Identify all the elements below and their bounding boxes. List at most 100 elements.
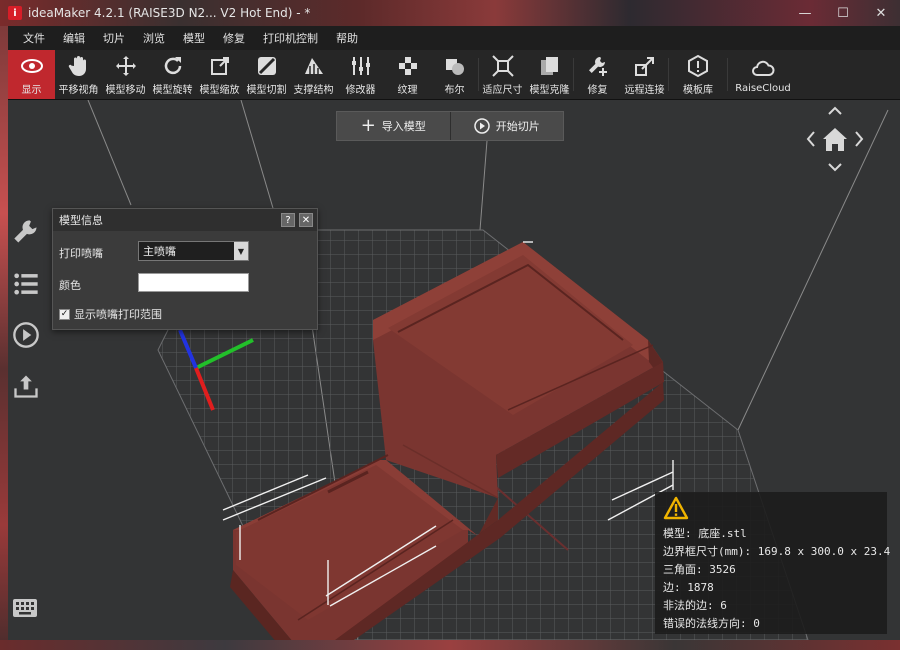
import-model-button[interactable]: + 导入模型: [337, 112, 450, 140]
upload-icon[interactable]: [12, 372, 40, 400]
list-icon[interactable]: [12, 270, 40, 298]
show-range-label: 显示喷嘴打印范围: [74, 308, 162, 321]
tool-label: 纹理: [397, 84, 418, 96]
color-picker[interactable]: [138, 273, 249, 292]
stat-bad-edges: 非法的边: 6: [663, 599, 727, 612]
start-slicing-button[interactable]: 开始切片: [449, 112, 564, 140]
color-label: 颜色: [59, 279, 81, 292]
menu-repair[interactable]: 修复: [214, 30, 254, 46]
tool-label: 模型克隆: [529, 84, 570, 96]
viewport-action-bar: + 导入模型 开始切片: [336, 111, 564, 141]
tool-scale-button[interactable]: 模型缩放: [196, 50, 243, 99]
tool-move-button[interactable]: 模型移动: [102, 50, 149, 99]
tool-repair-button[interactable]: 修复: [574, 50, 621, 99]
tool-modifier-button[interactable]: 修改器: [337, 50, 384, 99]
tool-display-button[interactable]: 显示: [8, 50, 55, 99]
menu-view[interactable]: 浏览: [134, 30, 174, 46]
nozzle-select[interactable]: 主喷嘴 ▼: [138, 241, 249, 261]
nav-down-icon[interactable]: [828, 163, 842, 172]
tool-rotate-button[interactable]: 模型旋转: [149, 50, 196, 99]
clone-icon: [540, 56, 558, 75]
main-toolbar: 显示 平移视角 模型移动 模型旋转 模型缩放 模型切割 支撑结构 修改器 纹理 …: [8, 50, 900, 100]
tool-label: 模型移动: [105, 84, 146, 96]
tool-label: 适应尺寸: [482, 84, 523, 96]
import-model-label: 导入模型: [381, 120, 426, 133]
menu-help[interactable]: 帮助: [327, 30, 367, 46]
chevron-down-icon: ▼: [234, 242, 248, 260]
model-stats-box: 模型: 底座.stl 边界框尺寸(mm): 169.8 x 300.0 x 23…: [655, 492, 891, 634]
repair-icon: [588, 56, 607, 76]
menu-slice[interactable]: 切片: [94, 30, 134, 46]
app-logo-icon: i: [8, 6, 22, 20]
tool-label: 修复: [587, 84, 608, 96]
menu-model[interactable]: 模型: [174, 30, 214, 46]
tool-label: 布尔: [444, 84, 465, 96]
tool-support-button[interactable]: 支撑结构: [290, 50, 337, 99]
minimize-button[interactable]: —: [786, 1, 824, 25]
show-range-checkbox[interactable]: ✓: [59, 308, 70, 320]
panel-title: 模型信息: [59, 214, 103, 227]
tool-label: 模型缩放: [199, 84, 240, 96]
tool-label: 显示: [21, 84, 42, 96]
modifier-icon: [351, 56, 370, 75]
panel-header: 模型信息 ? ✕: [53, 209, 317, 231]
show-range-row: ✓ 显示喷嘴打印范围: [59, 306, 162, 322]
warning-icon: [663, 496, 689, 520]
desktop-background-bottom: [0, 640, 900, 650]
tool-pan-button[interactable]: 平移视角: [55, 50, 102, 99]
template-icon: [688, 54, 708, 77]
tool-label: 模型旋转: [152, 84, 193, 96]
close-button[interactable]: ✕: [862, 1, 900, 25]
menu-edit[interactable]: 编辑: [54, 30, 94, 46]
keyboard-icon[interactable]: [12, 598, 38, 618]
tool-label: 模型切割: [246, 84, 287, 96]
stat-bounding-box: 边界框尺寸(mm): 169.8 x 300.0 x 23.4: [663, 545, 891, 558]
title-bar: i ideaMaker 4.2.1 (RAISE3D N2... V2 Hot …: [8, 0, 900, 26]
view-navigation: [806, 106, 864, 172]
stat-bad-normals: 错误的法线方向: 0: [663, 617, 760, 630]
maximize-button[interactable]: ☐: [824, 1, 862, 25]
cloud-icon: [752, 60, 775, 76]
tool-label: 平移视角: [58, 84, 99, 96]
nav-right-icon[interactable]: [855, 131, 864, 147]
cut-icon: [257, 56, 276, 75]
menu-file[interactable]: 文件: [14, 30, 54, 46]
rotate-icon: [164, 56, 181, 74]
menu-printer-control[interactable]: 打印机控制: [254, 30, 327, 46]
help-button[interactable]: ?: [281, 213, 295, 227]
stat-edges: 边: 1878: [663, 581, 714, 594]
play-circle-icon[interactable]: [12, 321, 40, 349]
tool-template-button[interactable]: 模板库: [669, 50, 727, 99]
nav-left-icon[interactable]: [806, 131, 815, 147]
tool-clone-button[interactable]: 模型克隆: [526, 50, 573, 99]
remote-icon: [634, 56, 654, 76]
tool-raisecloud-button[interactable]: RaiseCloud: [728, 50, 798, 99]
support-icon: [304, 57, 323, 74]
fit-icon: [491, 54, 514, 77]
texture-icon: [398, 56, 417, 75]
stat-model-name: 模型: 底座.stl: [663, 527, 747, 540]
play-circle-icon: [474, 118, 490, 134]
tool-fit-button[interactable]: 适应尺寸: [479, 50, 526, 99]
desktop-background-left: [0, 26, 8, 650]
nav-up-icon[interactable]: [828, 106, 842, 115]
boolean-icon: [445, 58, 464, 75]
home-icon[interactable]: [823, 128, 847, 151]
menu-bar: 文件 编辑 切片 浏览 模型 修复 打印机控制 帮助: [8, 26, 900, 50]
tool-remote-button[interactable]: 远程连接: [621, 50, 668, 99]
wrench-icon[interactable]: [12, 218, 40, 246]
tool-cut-button[interactable]: 模型切割: [243, 50, 290, 99]
tool-label: 修改器: [345, 84, 376, 96]
scale-icon: [210, 56, 229, 75]
window-title: ideaMaker 4.2.1 (RAISE3D N2... V2 Hot En…: [28, 6, 311, 20]
panel-close-button[interactable]: ✕: [299, 213, 313, 227]
tool-texture-button[interactable]: 纹理: [384, 50, 431, 99]
eye-icon: [20, 58, 43, 73]
tool-label: RaiseCloud: [735, 82, 791, 94]
tool-label: 模板库: [683, 84, 713, 96]
tool-boolean-button[interactable]: 布尔: [431, 50, 478, 99]
move-icon: [115, 55, 136, 76]
stat-triangles: 三角面: 3526: [663, 563, 736, 576]
nozzle-label: 打印喷嘴: [59, 247, 103, 260]
hand-icon: [68, 55, 86, 76]
